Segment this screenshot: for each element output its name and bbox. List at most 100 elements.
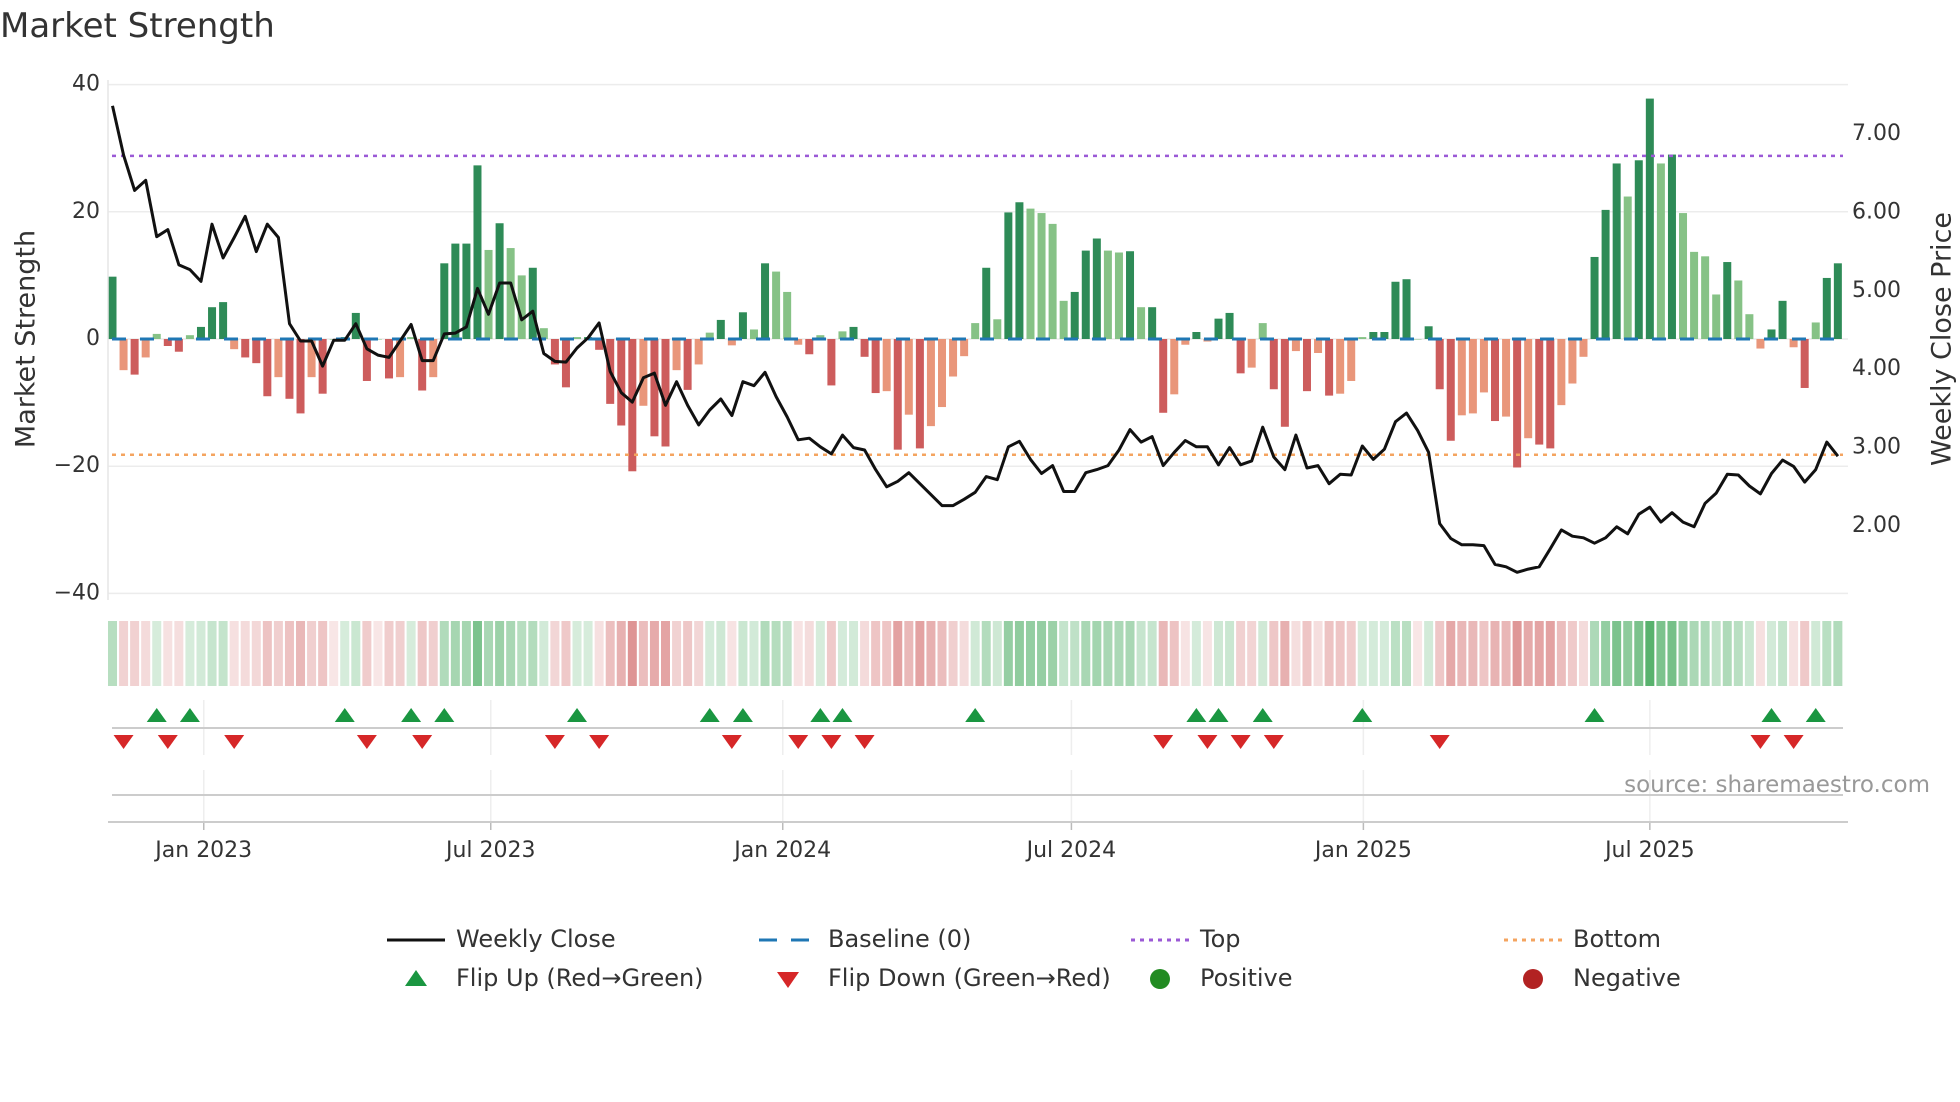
flip-down-marker xyxy=(721,735,742,749)
strip-cell xyxy=(428,621,438,686)
strength-bar xyxy=(960,339,969,357)
strength-bar xyxy=(1634,160,1643,339)
strip-cell xyxy=(1567,621,1577,686)
strip-cell xyxy=(1269,621,1279,686)
strip-cell xyxy=(1789,621,1799,686)
strip-cell xyxy=(1014,621,1024,686)
strip-cell xyxy=(672,621,682,686)
flip-up-marker xyxy=(434,708,455,722)
strip-cell xyxy=(882,621,892,686)
strip-cell xyxy=(461,621,471,686)
strip-cell xyxy=(1402,621,1412,686)
strip-cell xyxy=(495,621,505,686)
strength-bar xyxy=(196,326,205,339)
strength-bar xyxy=(915,339,924,449)
strip-cell xyxy=(1822,621,1832,686)
strip-cell xyxy=(152,621,162,686)
strip-cell xyxy=(196,621,206,686)
strip-cell xyxy=(948,621,958,686)
strip-cell xyxy=(649,621,659,686)
flip-up-marker xyxy=(1208,708,1229,722)
strip-cell xyxy=(749,621,759,686)
flip-up-marker xyxy=(146,708,167,722)
strength-bar xyxy=(1723,262,1732,339)
strip-cell xyxy=(1744,621,1754,686)
strip-cell xyxy=(1169,621,1179,686)
x-tick-label: Jul 2023 xyxy=(444,838,536,863)
strip-cell xyxy=(782,621,792,686)
y2-tick-label: 7.00 xyxy=(1852,121,1901,146)
strip-cell xyxy=(417,621,427,686)
strength-bar xyxy=(1623,196,1632,339)
strength-bar xyxy=(783,291,792,339)
strip-cell xyxy=(871,621,881,686)
flip-up-marker xyxy=(401,708,422,722)
strip-cell xyxy=(727,621,737,686)
strip-cell xyxy=(1800,621,1810,686)
legend-flip-down-icon xyxy=(777,972,799,988)
strength-bar xyxy=(1424,326,1433,339)
strip-cell xyxy=(1556,621,1566,686)
strip-cell xyxy=(771,621,781,686)
strength-bar xyxy=(1247,339,1256,368)
strength-bar xyxy=(938,339,946,408)
strip-cell xyxy=(1623,621,1633,686)
strength-bar xyxy=(1137,307,1146,339)
strip-cell xyxy=(561,621,571,686)
strip-cell xyxy=(627,621,637,686)
strength-bar xyxy=(849,326,858,339)
strip-cell xyxy=(915,621,925,686)
strength-bar xyxy=(263,339,272,397)
strength-bar xyxy=(1667,154,1676,339)
flip-up-marker xyxy=(1186,708,1207,722)
strip-cell xyxy=(849,621,859,686)
strength-bar xyxy=(1126,251,1135,339)
strength-bar xyxy=(219,302,228,339)
flip-down-marker xyxy=(1783,735,1804,749)
strip-cell xyxy=(605,621,615,686)
strength-bar xyxy=(1015,202,1024,339)
flip-up-marker xyxy=(179,708,200,722)
strip-cell xyxy=(362,621,372,686)
strength-bar xyxy=(108,276,117,339)
strength-bar xyxy=(451,243,460,339)
strength-bar xyxy=(1291,339,1300,352)
legend: Weekly Close Baseline (0) Top Bottom Flip Up… xyxy=(387,925,1681,992)
strength-bar xyxy=(252,339,261,364)
strength-bar xyxy=(130,339,139,375)
strip-cell xyxy=(1247,621,1257,686)
strength-bar xyxy=(617,339,626,426)
strength-bar xyxy=(1391,281,1400,339)
strip-cell xyxy=(1225,621,1235,686)
reference-lines xyxy=(112,154,1843,457)
strip-cell xyxy=(1578,621,1588,686)
strength-bar xyxy=(716,319,725,339)
strength-bar xyxy=(1457,339,1466,416)
strip-cell xyxy=(793,621,803,686)
flip-down-marker xyxy=(1263,735,1284,749)
y2-tick-label: 6.00 xyxy=(1852,199,1901,224)
x-tick-label: Jan 2025 xyxy=(1313,838,1412,863)
strength-bar xyxy=(805,339,814,355)
strength-bar xyxy=(1070,291,1079,339)
y-tick-label: 40 xyxy=(72,72,100,97)
y-tick-label: −40 xyxy=(54,580,100,605)
strip-cell xyxy=(1700,621,1710,686)
strength-bar xyxy=(1214,318,1223,339)
legend-label: Weekly Close xyxy=(456,925,616,953)
y2-axis-title: Weekly Close Price xyxy=(1927,212,1958,466)
strip-cell xyxy=(1833,621,1843,686)
strip-cell xyxy=(1678,621,1688,686)
strip-cell xyxy=(307,621,317,686)
strip-cell xyxy=(594,621,604,686)
strength-bar xyxy=(1103,250,1112,339)
strip-cell xyxy=(1125,621,1135,686)
strength-bar xyxy=(1170,339,1179,395)
strip-cell xyxy=(1689,621,1699,686)
strip-cell xyxy=(406,621,416,686)
strip-cell xyxy=(1601,621,1611,686)
strip-cell xyxy=(1523,621,1533,686)
strip-cell xyxy=(1667,621,1677,686)
strip-cell xyxy=(262,621,272,686)
strength-bar xyxy=(241,339,250,358)
